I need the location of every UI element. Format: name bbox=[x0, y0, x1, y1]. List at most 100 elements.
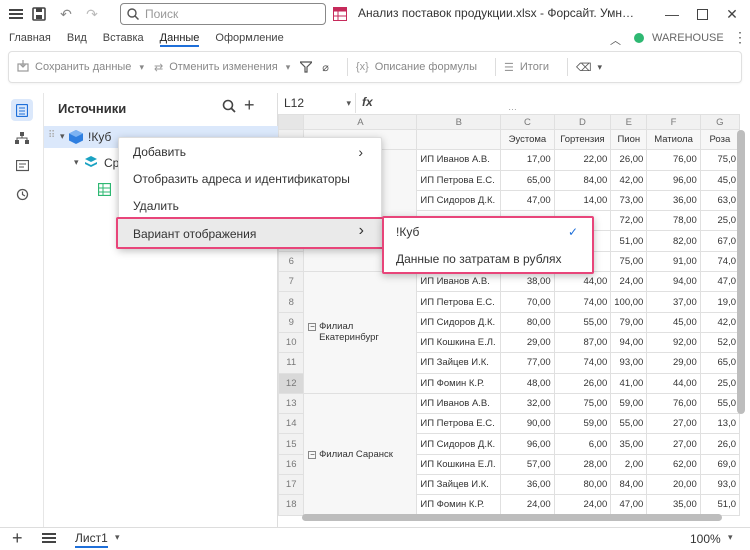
table-cell[interactable]: ИП Фомин К.Р. bbox=[416, 372, 502, 394]
table-cell[interactable]: ИП Иванов А.В. bbox=[416, 271, 502, 293]
redo-icon[interactable]: ↷ bbox=[82, 4, 102, 24]
menu-item-add[interactable]: Добавить › bbox=[119, 138, 381, 165]
undo-changes-button[interactable]: ⇄ Отменить изменения ▾ bbox=[154, 61, 290, 74]
table-cell[interactable]: 65,00 bbox=[500, 169, 555, 191]
table-cell[interactable] bbox=[416, 128, 502, 151]
table-cell[interactable]: 84,00 bbox=[610, 474, 648, 496]
table-cell[interactable]: 75,00 bbox=[610, 250, 648, 273]
add-sheet-icon[interactable]: + bbox=[12, 528, 23, 549]
collapse-icon[interactable]: − bbox=[308, 323, 317, 332]
table-cell[interactable]: 28,00 bbox=[553, 453, 612, 476]
table-cell[interactable]: 19,0 bbox=[699, 291, 740, 313]
table-cell[interactable]: ИП Петрова Е.С. bbox=[416, 291, 502, 313]
col-header-a[interactable]: A bbox=[303, 114, 418, 130]
sheet-list-icon[interactable] bbox=[42, 532, 56, 547]
header-cell[interactable]: Гортензия bbox=[553, 128, 612, 151]
col-header-b[interactable]: B bbox=[416, 114, 502, 130]
horizontal-scrollbar[interactable] bbox=[302, 514, 722, 521]
table-cell[interactable]: 20,00 bbox=[646, 474, 701, 496]
table-cell[interactable]: 63,0 bbox=[699, 189, 740, 212]
attach-button[interactable]: ⌀ bbox=[322, 61, 329, 74]
table-cell[interactable]: 32,00 bbox=[500, 392, 555, 415]
filter-button[interactable] bbox=[300, 61, 313, 73]
table-cell[interactable]: 27,00 bbox=[646, 433, 701, 455]
row-header[interactable]: 17 bbox=[278, 474, 305, 496]
col-header-f[interactable]: F bbox=[646, 114, 701, 130]
table-cell[interactable]: 17,00 bbox=[500, 149, 555, 171]
table-cell[interactable]: 52,0 bbox=[699, 331, 740, 354]
table-cell[interactable]: 75,00 bbox=[553, 392, 612, 415]
table-cell[interactable]: ИП Петрова Е.С. bbox=[416, 169, 502, 191]
expand-handle-icon[interactable]: … bbox=[508, 102, 517, 112]
chevron-down-icon[interactable]: ▾ bbox=[60, 131, 65, 142]
formula-input[interactable] bbox=[378, 94, 750, 112]
table-cell[interactable]: 45,0 bbox=[699, 169, 740, 191]
panel-search-icon[interactable] bbox=[222, 99, 236, 116]
row-header[interactable]: 6 bbox=[278, 250, 305, 273]
table-cell[interactable]: 55,0 bbox=[699, 392, 740, 415]
table-cell[interactable]: 2,00 bbox=[610, 453, 648, 476]
table-cell[interactable]: 36,00 bbox=[500, 474, 555, 496]
group-cell[interactable]: − Филиал Екатеринбург bbox=[303, 271, 418, 394]
table-cell[interactable]: 24,00 bbox=[553, 494, 612, 516]
menu-item-display-variant[interactable]: Вариант отображения › bbox=[116, 217, 384, 249]
table-cell[interactable]: 14,00 bbox=[553, 189, 612, 212]
history-icon[interactable] bbox=[11, 183, 33, 205]
sources-icon[interactable] bbox=[11, 99, 33, 121]
menu-item-delete[interactable]: Удалить bbox=[119, 192, 381, 219]
table-cell[interactable]: 77,00 bbox=[500, 352, 555, 374]
chevron-down-icon[interactable]: ▾ bbox=[74, 157, 79, 168]
table-cell[interactable]: 74,0 bbox=[699, 250, 740, 273]
table-cell[interactable]: 92,00 bbox=[646, 331, 701, 354]
chevron-down-icon[interactable]: ▾ bbox=[115, 532, 120, 543]
table-cell[interactable]: 29,00 bbox=[646, 352, 701, 374]
vertical-scrollbar[interactable] bbox=[737, 130, 745, 414]
table-cell[interactable]: 42,00 bbox=[610, 169, 648, 191]
row-header[interactable]: 7 bbox=[278, 271, 305, 293]
select-all-corner[interactable] bbox=[278, 114, 305, 130]
row-header[interactable]: 18 bbox=[278, 494, 305, 516]
table-cell[interactable]: 82,00 bbox=[646, 230, 701, 252]
minimize-icon[interactable]: — bbox=[662, 4, 682, 24]
table-cell[interactable]: 69,0 bbox=[699, 453, 740, 476]
hierarchy-icon[interactable] bbox=[11, 127, 33, 149]
table-cell[interactable]: 35,00 bbox=[646, 494, 701, 516]
table-cell[interactable]: ИП Сидоров Д.К. bbox=[416, 311, 502, 333]
table-cell[interactable]: 91,00 bbox=[646, 250, 701, 273]
table-cell[interactable]: 25,0 bbox=[699, 210, 740, 232]
table-cell[interactable]: 55,00 bbox=[553, 311, 612, 333]
table-cell[interactable]: 70,00 bbox=[500, 291, 555, 313]
table-cell[interactable]: 42,0 bbox=[699, 311, 740, 333]
add-source-icon[interactable]: + bbox=[244, 95, 255, 116]
table-cell[interactable]: 59,00 bbox=[610, 392, 648, 415]
drag-handle-icon[interactable]: ⠿ bbox=[48, 130, 55, 141]
table-cell[interactable]: 41,00 bbox=[610, 372, 648, 394]
row-header[interactable]: 8 bbox=[278, 291, 305, 313]
header-cell[interactable]: Пион bbox=[610, 128, 648, 151]
table-cell[interactable]: 84,00 bbox=[553, 169, 612, 191]
submenu-item-costs[interactable]: Данные по затратам в рублях bbox=[384, 245, 592, 272]
table-cell[interactable]: 79,00 bbox=[610, 311, 648, 333]
table-cell[interactable]: 75,0 bbox=[699, 149, 740, 171]
table-cell[interactable]: ИП Сидоров Д.К. bbox=[416, 189, 502, 212]
table-cell[interactable]: 6,00 bbox=[553, 433, 612, 455]
chevron-down-icon[interactable]: ▾ bbox=[346, 98, 351, 109]
table-cell[interactable]: 45,00 bbox=[646, 311, 701, 333]
table-cell[interactable]: 59,00 bbox=[553, 413, 612, 435]
table-cell[interactable]: 26,00 bbox=[610, 149, 648, 171]
table-cell[interactable]: 93,0 bbox=[699, 474, 740, 496]
table-cell[interactable]: 93,00 bbox=[610, 352, 648, 374]
table-cell[interactable]: ИП Зайцев И.К. bbox=[416, 474, 502, 496]
table-cell[interactable]: 47,0 bbox=[699, 271, 740, 293]
row-header[interactable]: 15 bbox=[278, 433, 305, 455]
table-cell[interactable]: 36,00 bbox=[646, 189, 701, 212]
table-cell[interactable]: 37,00 bbox=[646, 291, 701, 313]
table-cell[interactable]: 24,00 bbox=[610, 271, 648, 293]
table-cell[interactable]: ИП Петрова Е.С. bbox=[416, 413, 502, 435]
chevron-down-icon[interactable]: ▾ bbox=[728, 532, 733, 543]
table-cell[interactable]: 62,00 bbox=[646, 453, 701, 476]
table-cell[interactable]: ИП Зайцев И.К. bbox=[416, 352, 502, 374]
table-cell[interactable]: 74,00 bbox=[553, 352, 612, 374]
totals-button[interactable]: ☰ Итоги bbox=[504, 61, 549, 74]
header-cell[interactable]: Матиола bbox=[646, 128, 701, 151]
